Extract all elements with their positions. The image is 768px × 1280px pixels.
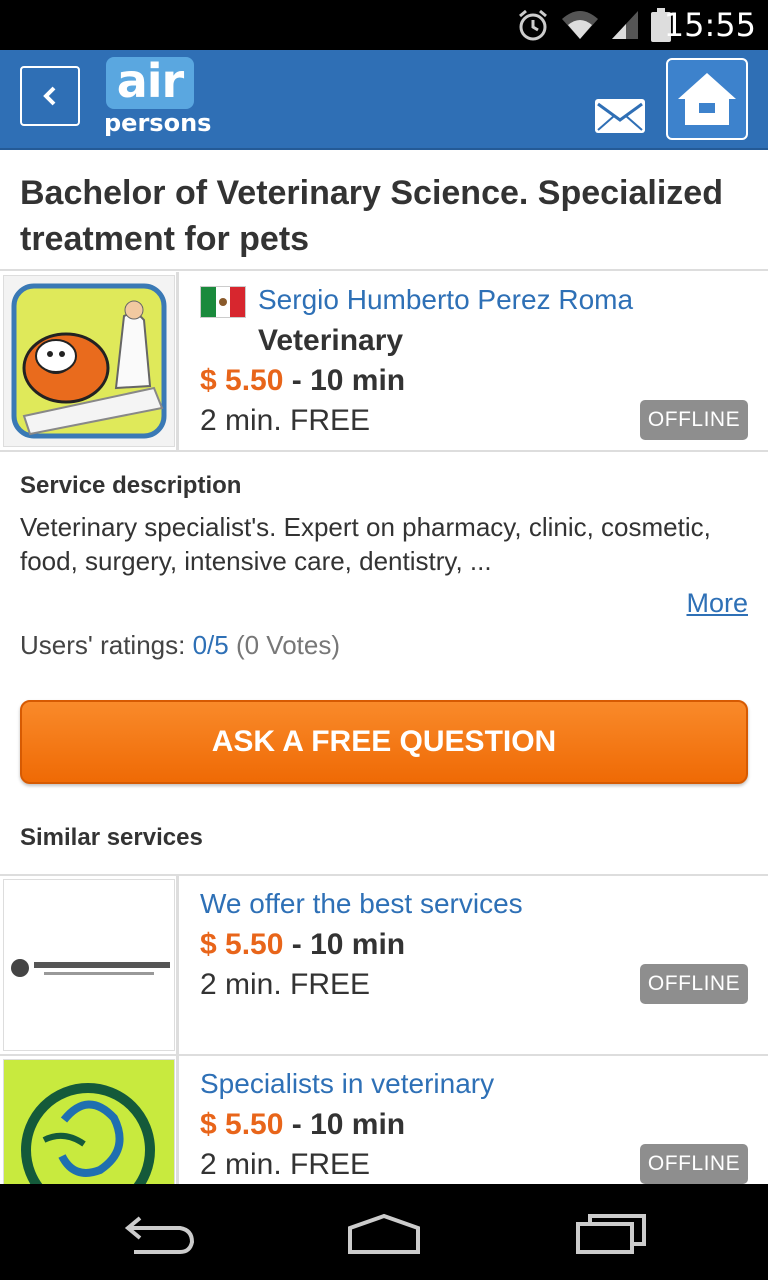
ratings-score: 0/5	[192, 630, 229, 660]
service-price-line: $ 5.50 - 10 min	[200, 928, 405, 962]
expert-card[interactable]: Sergio Humberto Perez Roma Veterinary $ …	[0, 272, 768, 450]
recent-apps-icon[interactable]	[560, 1204, 660, 1260]
alarm-icon	[519, 9, 547, 41]
service-price: $ 5.50	[200, 1108, 284, 1141]
status-time: 15:55	[663, 6, 756, 44]
app-header: air persons	[0, 50, 768, 150]
divider	[0, 450, 768, 452]
expert-free-minutes: 2 min. FREE	[200, 404, 371, 437]
list-item[interactable]: We offer the best services $ 5.50 - 10 m…	[0, 876, 768, 1054]
thumb-separator	[176, 876, 179, 1054]
service-title-link[interactable]: Specialists in veterinary	[200, 1068, 494, 1100]
mexico-flag-icon	[200, 286, 246, 318]
mail-icon[interactable]	[594, 98, 646, 134]
list-item[interactable]: Specialists in veterinary $ 5.50 - 10 mi…	[0, 1056, 768, 1184]
ask-free-question-button[interactable]: ASK A FREE QUESTION	[20, 700, 748, 784]
service-duration: - 10 min	[291, 1108, 406, 1141]
status-bar: 15:55	[0, 0, 768, 50]
user-ratings: Users' ratings: 0/5 (0 Votes)	[20, 630, 340, 661]
system-nav-bar	[0, 1184, 768, 1280]
expert-avatar	[3, 275, 175, 447]
expert-duration: - 10 min	[291, 364, 406, 397]
expert-category: Veterinary	[258, 324, 404, 357]
expert-name-link[interactable]: Sergio Humberto Perez Roma	[258, 284, 633, 316]
status-icons	[516, 8, 672, 42]
service-thumbnail	[3, 879, 175, 1051]
service-duration: - 10 min	[291, 928, 406, 961]
service-price: $ 5.50	[200, 928, 284, 961]
similar-services-heading: Similar services	[20, 824, 203, 851]
service-free-minutes: 2 min. FREE	[200, 968, 371, 1001]
service-price-line: $ 5.50 - 10 min	[200, 1108, 405, 1142]
more-link[interactable]: More	[686, 588, 748, 619]
status-badge: OFFLINE	[640, 400, 748, 440]
description-heading: Service description	[20, 472, 242, 499]
thumb-separator	[176, 272, 179, 450]
service-free-minutes: 2 min. FREE	[200, 1148, 371, 1181]
logo-air-text: air	[106, 57, 194, 109]
back-nav-icon[interactable]	[110, 1204, 210, 1260]
divider	[0, 269, 768, 271]
ratings-votes: (0 Votes)	[235, 630, 341, 660]
home-button[interactable]	[666, 58, 748, 140]
status-badge: OFFLINE	[640, 1144, 748, 1184]
wifi-icon	[562, 11, 598, 39]
service-title-link[interactable]: We offer the best services	[200, 888, 523, 920]
thumb-separator	[176, 1056, 179, 1184]
app-logo[interactable]: air persons	[104, 57, 212, 139]
ratings-label: Users' ratings:	[20, 630, 186, 660]
page-title: Bachelor of Veterinary Science. Speciali…	[20, 174, 723, 258]
back-button[interactable]	[20, 66, 80, 126]
home-icon	[678, 73, 736, 125]
logo-persons-text: persons	[104, 109, 212, 137]
home-nav-icon[interactable]	[334, 1204, 434, 1260]
chevron-left-icon	[43, 86, 56, 106]
service-thumbnail	[3, 1059, 175, 1184]
expert-price: $ 5.50	[200, 364, 284, 397]
signal-icon	[612, 11, 638, 39]
description-text: Veterinary specialist's. Expert on pharm…	[20, 512, 711, 576]
expert-price-line: $ 5.50 - 10 min	[200, 364, 405, 398]
status-badge: OFFLINE	[640, 964, 748, 1004]
